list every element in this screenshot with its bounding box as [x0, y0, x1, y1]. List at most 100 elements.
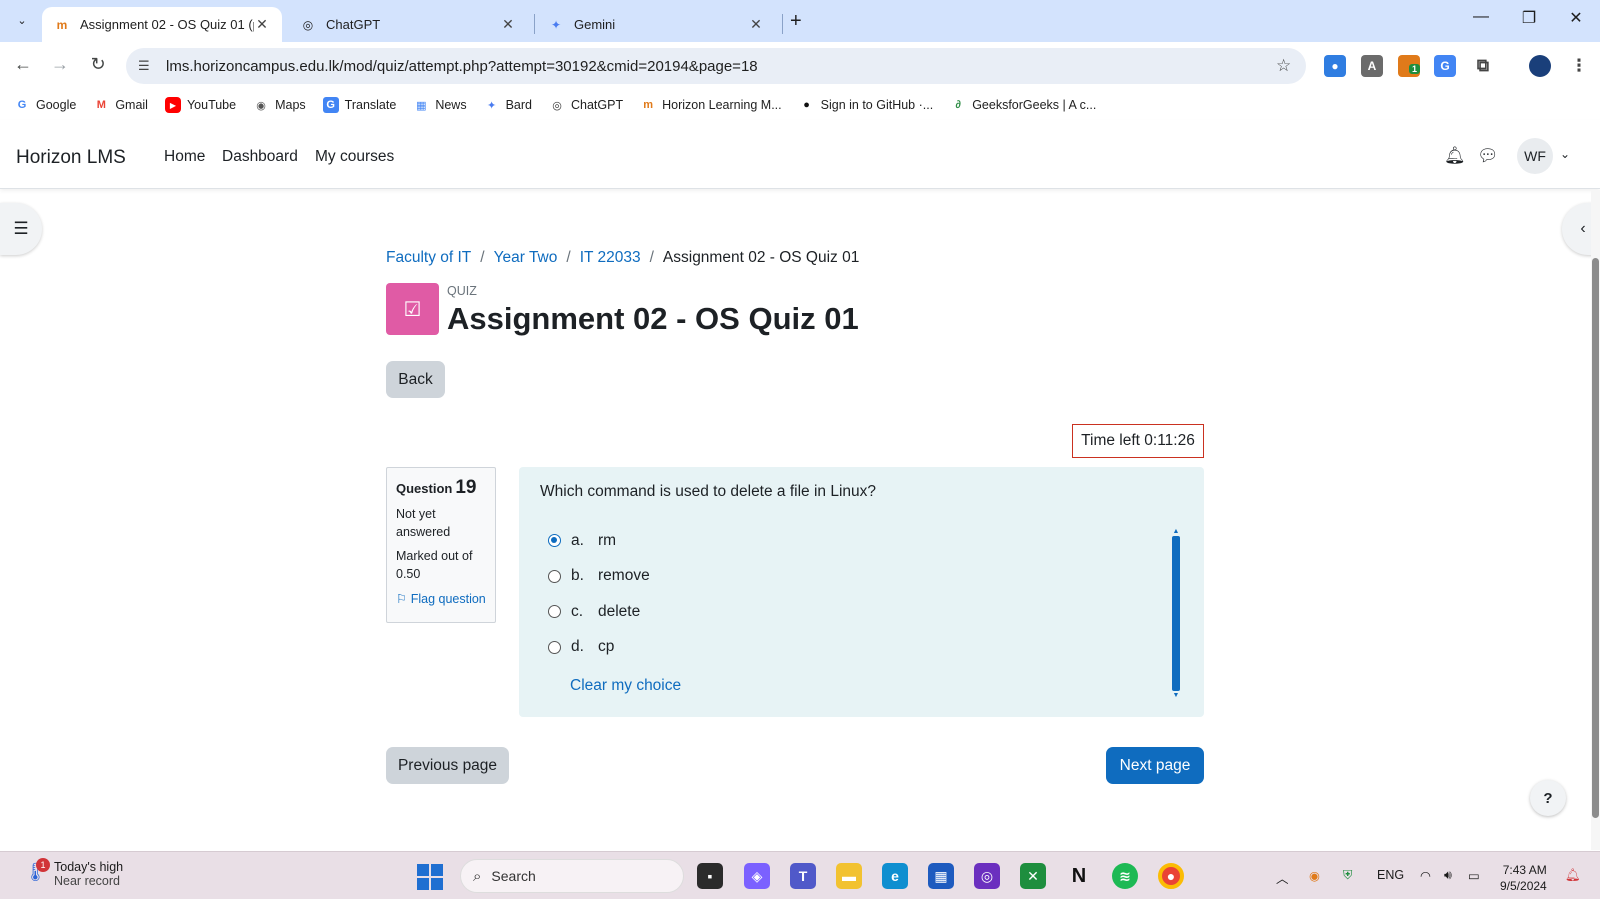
radio-unselected[interactable] [548, 605, 561, 619]
url-text[interactable]: lms.horizoncampus.edu.lk/mod/quiz/attemp… [166, 58, 1276, 75]
restore-icon[interactable]: ❐ [1506, 8, 1552, 28]
breadcrumb-year[interactable]: Year Two [494, 249, 558, 267]
answer-option-b[interactable]: b. remove [548, 559, 650, 595]
bookmark-horizon[interactable]: m Horizon Learning M... [640, 97, 781, 113]
bookmark-chatgpt[interactable]: ◎ ChatGPT [549, 97, 623, 113]
wifi-icon[interactable]: ◠ [1420, 868, 1431, 883]
forward-arrow-icon[interactable]: → [48, 54, 72, 75]
extensions-puzzle-icon[interactable]: ⧉ [1472, 55, 1494, 77]
new-tab-button[interactable]: + [790, 10, 802, 33]
profile-avatar-icon[interactable] [1529, 55, 1551, 77]
answer-scrollbar-thumb[interactable] [1172, 536, 1180, 691]
weather-widget[interactable]: 🌡︎ 1 Today's high Near record [24, 858, 123, 888]
answer-option-a[interactable]: a. rm [548, 523, 650, 559]
task-view-icon[interactable]: ▪ [697, 863, 723, 889]
next-page-button[interactable]: Next page [1106, 747, 1204, 784]
extension-briefcase-icon[interactable]: A [1361, 55, 1383, 77]
answer-option-c[interactable]: c. delete [548, 594, 650, 630]
xbox-icon[interactable]: ✕ [1020, 863, 1046, 889]
input-language[interactable]: ENG [1377, 868, 1404, 882]
bookmark-youtube[interactable]: ▶ YouTube [164, 97, 236, 113]
flag-question-link[interactable]: ⚐ Flag question [396, 591, 486, 606]
course-index-toggle-list-icon[interactable]: ☰ [0, 203, 42, 255]
spotify-icon[interactable]: ≋ [1112, 863, 1138, 889]
bookmark-maps[interactable]: ◉ Maps [253, 97, 305, 113]
bookmark-star-icon[interactable]: ☆ [1276, 56, 1306, 76]
user-avatar[interactable]: WF [1517, 138, 1553, 174]
radio-unselected[interactable] [548, 569, 561, 583]
answer-option-d[interactable]: d. cp [548, 630, 650, 666]
tab-chatgpt[interactable]: ◎ ChatGPT ✕ [288, 7, 528, 42]
bookmark-geeksforgeeks[interactable]: ∂ GeeksforGeeks | A c... [950, 97, 1096, 113]
answer-text: delete [598, 602, 641, 620]
translate-extension-icon[interactable]: G [1434, 55, 1456, 77]
system-clock[interactable]: 7:43 AM 9/5/2024 [1500, 862, 1547, 894]
address-bar[interactable]: ☰ lms.horizoncampus.edu.lk/mod/quiz/atte… [126, 48, 1306, 84]
extension-blue-icon[interactable]: ● [1324, 55, 1346, 77]
microsoft-store-icon[interactable]: ▦ [928, 863, 954, 889]
close-tab-icon[interactable]: ✕ [748, 16, 764, 33]
edge-browser-icon[interactable]: e [882, 863, 908, 889]
volume-icon[interactable]: 🔊︎ [1444, 868, 1452, 883]
site-brand[interactable]: Horizon LMS [16, 147, 126, 169]
chrome-icon[interactable]: ● [1158, 863, 1184, 889]
page-scrollbar-thumb[interactable] [1592, 258, 1599, 818]
bookmark-google[interactable]: G Google [14, 97, 77, 113]
close-tab-icon[interactable]: ✕ [254, 16, 270, 33]
question-info-panel: Question 19 Not yet answered Marked out o… [386, 467, 496, 623]
breadcrumb-course[interactable]: IT 22033 [580, 249, 641, 267]
breadcrumb-faculty[interactable]: Faculty of IT [386, 249, 471, 267]
tab-search-chevron-icon[interactable]: ⌄ [10, 8, 34, 32]
windows-start-icon[interactable] [417, 864, 443, 890]
quiz-timer: Time left 0:11:26 [1072, 424, 1204, 458]
chevron-down-icon[interactable]: ⌄ [1560, 147, 1570, 161]
taskbar-search[interactable]: ⌕ Search [460, 859, 684, 893]
file-explorer-folder-icon[interactable]: ▬ [836, 863, 862, 889]
bookmark-translate[interactable]: G Translate [322, 97, 396, 113]
reload-icon[interactable]: ↻ [86, 54, 110, 75]
notification-bell-icon[interactable]: 🔔︎ [1565, 868, 1581, 883]
extension-badge-icon[interactable]: 1 [1398, 55, 1421, 77]
breadcrumb-current: Assignment 02 - OS Quiz 01 [662, 249, 860, 266]
notifications-bell-icon[interactable]: 🔔︎ [1444, 146, 1466, 166]
answer-text: cp [598, 638, 615, 656]
site-info-icon[interactable]: ☰ [138, 58, 156, 74]
tray-app-icon[interactable]: ◉ [1309, 868, 1320, 883]
menu-kebab-icon[interactable]: ⋮ [1568, 55, 1590, 77]
clear-choice-link[interactable]: Clear my choice [570, 677, 681, 695]
tab-quiz[interactable]: m Assignment 02 - OS Quiz 01 (p ✕ [42, 7, 282, 42]
battery-icon[interactable]: ▭ [1468, 868, 1480, 883]
scroll-down-arrow-icon[interactable]: ▼ [1171, 691, 1181, 700]
previous-page-button[interactable]: Previous page [386, 747, 509, 784]
search-icon: ⌕ [473, 867, 482, 885]
purple-app-icon[interactable]: ◎ [974, 863, 1000, 889]
answer-scrollbar[interactable]: ▲ ▼ [1171, 527, 1181, 700]
notion-icon[interactable]: N [1066, 863, 1092, 889]
question-number-value: 19 [455, 477, 477, 498]
minimize-icon[interactable]: — [1458, 8, 1504, 26]
close-tab-icon[interactable]: ✕ [500, 16, 516, 33]
moodle-favicon-icon: m [56, 17, 68, 32]
teams-icon[interactable]: T [790, 863, 816, 889]
bookmark-bard[interactable]: ✦ Bard [484, 97, 532, 113]
nav-dashboard[interactable]: Dashboard [222, 148, 298, 166]
nav-my-courses[interactable]: My courses [315, 148, 394, 166]
window-close-icon[interactable]: ✕ [1553, 8, 1599, 28]
weather-subtitle: Near record [54, 874, 120, 888]
back-button[interactable]: Back [386, 361, 445, 398]
nav-home[interactable]: Home [164, 148, 205, 166]
security-shield-icon[interactable]: ⛨ [1343, 868, 1352, 883]
scroll-up-arrow-icon[interactable]: ▲ [1171, 527, 1181, 536]
radio-selected[interactable] [548, 534, 561, 548]
bookmark-github[interactable]: ● Sign in to GitHub ·... [799, 97, 933, 113]
bookmark-news[interactable]: ▦ News [413, 97, 466, 113]
radio-unselected[interactable] [548, 640, 561, 654]
tab-gemini[interactable]: ✦ Gemini ✕ [536, 7, 776, 42]
chatgpt-favicon-icon: ◎ [302, 17, 314, 32]
back-arrow-icon[interactable]: ← [11, 54, 35, 75]
messages-chat-icon[interactable]: 💬︎ [1477, 146, 1499, 166]
help-button[interactable]: ? [1530, 780, 1566, 816]
copilot-icon[interactable]: ◈ [744, 863, 770, 889]
bookmark-gmail[interactable]: M Gmail [93, 97, 148, 113]
tray-chevron-up-icon[interactable]: ︿ [1276, 868, 1289, 887]
